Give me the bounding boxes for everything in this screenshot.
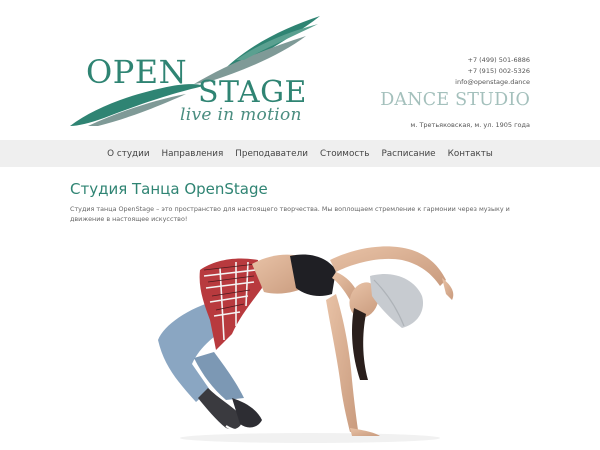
- logo-word-stage: STAGE: [198, 75, 307, 110]
- nav-item-directions[interactable]: Направления: [162, 149, 224, 159]
- intro-text: Студия танца OpenStage – это пространств…: [70, 205, 510, 223]
- logo-word-open: OPEN: [86, 53, 188, 91]
- nav-item-contacts[interactable]: Контакты: [448, 149, 493, 159]
- openstage-logo[interactable]: OPEN STAGE live in motion: [68, 14, 324, 132]
- phone-1[interactable]: +7 (499) 501-6886: [455, 55, 531, 66]
- main-nav: О студии Направления Преподаватели Стоим…: [0, 140, 600, 167]
- logo-tagline: live in motion: [180, 105, 302, 125]
- address: м. Третьяковская, м. ул. 1905 года: [410, 121, 530, 129]
- nav-item-prices[interactable]: Стоимость: [320, 149, 370, 159]
- phone-2[interactable]: +7 (915) 002-5326: [455, 66, 531, 77]
- nav-item-teachers[interactable]: Преподаватели: [235, 149, 308, 159]
- site-header: OPEN STAGE live in motion +7 (499) 501-6…: [0, 0, 600, 140]
- nav-item-about[interactable]: О студии: [107, 149, 149, 159]
- contact-info: +7 (499) 501-6886 +7 (915) 002-5326 info…: [455, 55, 530, 88]
- hero-dancer-image: [140, 230, 480, 445]
- dancer-illustration: [158, 246, 454, 443]
- email-link[interactable]: info@openstage.dance: [455, 77, 530, 88]
- page-title: Студия Танца OpenStage: [70, 180, 268, 198]
- nav-item-schedule[interactable]: Расписание: [381, 149, 435, 159]
- dance-studio-title: DANCE STUDIO: [380, 90, 530, 110]
- main-content: Студия Танца OpenStage Студия танца Open…: [70, 178, 532, 224]
